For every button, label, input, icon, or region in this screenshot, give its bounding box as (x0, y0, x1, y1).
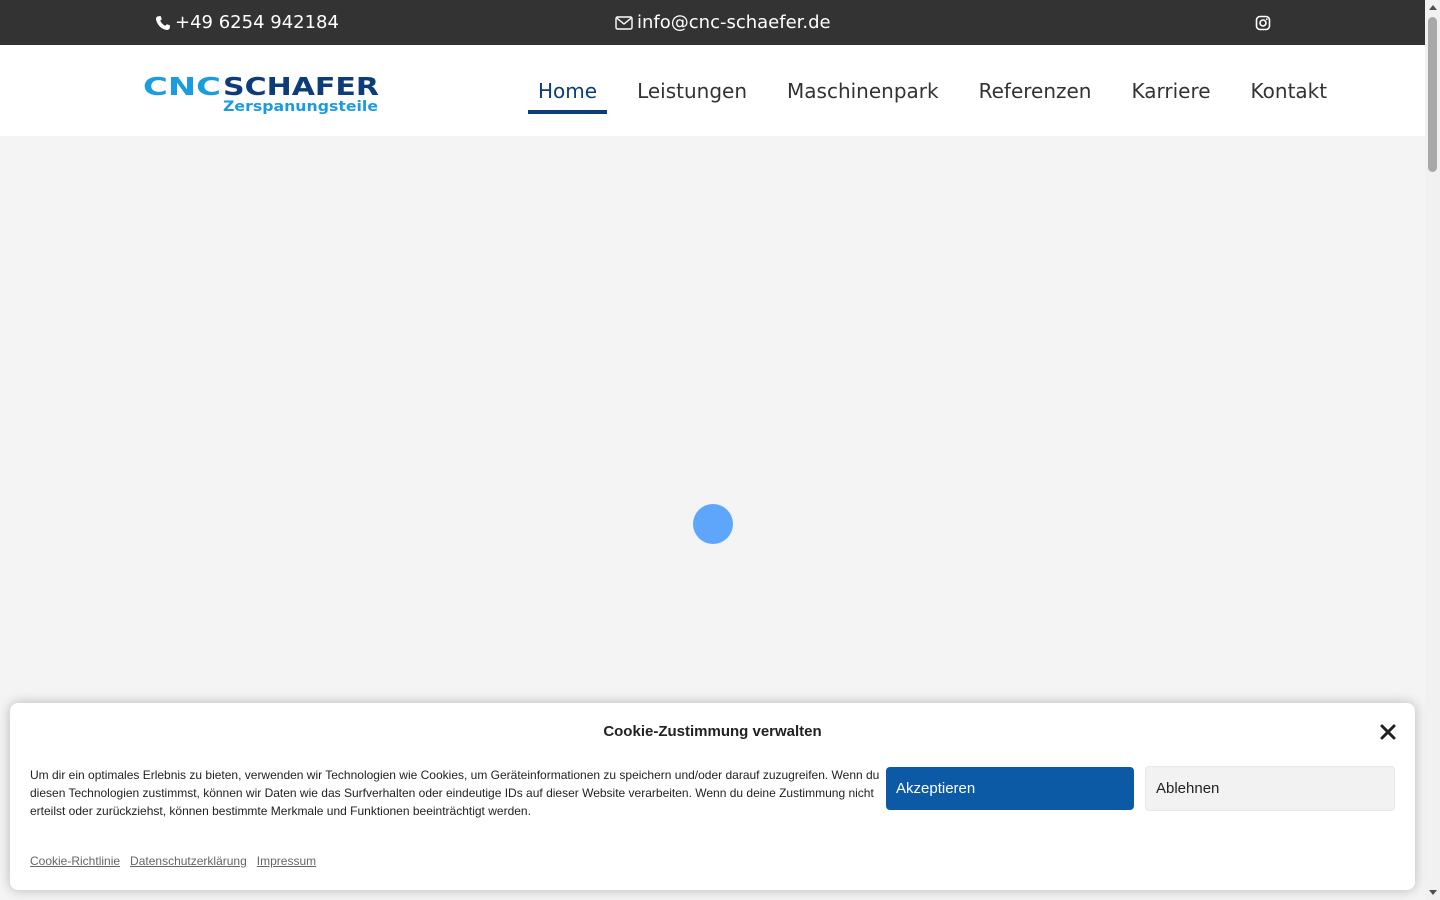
loading-spinner (693, 504, 733, 544)
phone-number: +49 6254 942184 (175, 12, 339, 33)
decline-cookies-button[interactable]: Ablehnen (1145, 766, 1395, 811)
nav-item-leistungen[interactable]: Leistungen (627, 45, 757, 136)
instagram-link[interactable] (1255, 0, 1275, 45)
nav-item-maschinenpark[interactable]: Maschinenpark (777, 45, 949, 136)
phone-link[interactable]: +49 6254 942184 (155, 0, 339, 45)
phone-icon (155, 15, 171, 31)
cookie-banner-text: Um dir ein optimales Erlebnis zu bieten,… (30, 768, 880, 818)
instagram-icon (1255, 15, 1271, 31)
logo-word-schafer: SCHAFER (223, 75, 379, 101)
main-navigation: Home Leistungen Maschinenpark Referenzen… (528, 45, 1337, 136)
close-icon[interactable] (1379, 723, 1397, 741)
scroll-up-arrow-icon[interactable] (1425, 0, 1440, 15)
envelope-icon (615, 15, 633, 30)
nav-item-kontakt[interactable]: Kontakt (1241, 45, 1338, 136)
email-address: info@cnc-schaefer.de (637, 12, 831, 33)
accept-cookies-button[interactable]: Akzeptieren (886, 767, 1134, 810)
privacy-policy-link[interactable]: Datenschutzerklärung (130, 854, 247, 868)
nav-item-home[interactable]: Home (528, 45, 608, 136)
imprint-link[interactable]: Impressum (257, 854, 316, 868)
nav-item-referenzen[interactable]: Referenzen (969, 45, 1102, 136)
cookie-banner-title: Cookie-Zustimmung verwalten (603, 723, 822, 740)
email-link[interactable]: info@cnc-schaefer.de (615, 0, 831, 45)
scrollbar-thumb[interactable] (1428, 17, 1437, 172)
scroll-down-arrow-icon[interactable] (1425, 885, 1440, 900)
page-scrollbar[interactable] (1425, 0, 1440, 900)
nav-item-karriere[interactable]: Karriere (1121, 45, 1220, 136)
logo-word-cnc: CNC (143, 75, 221, 101)
site-logo[interactable]: CNC SCHAFER Zerspanungsteile (143, 75, 381, 115)
top-contact-bar: +49 6254 942184 info@cnc-schaefer.de (0, 0, 1425, 45)
cookie-policy-link[interactable]: Cookie-Richtlinie (30, 854, 120, 868)
cookie-consent-banner: Cookie-Zustimmung verwalten Um dir ein o… (10, 703, 1415, 890)
logo-tagline: Zerspanungsteile (223, 99, 378, 115)
site-header: CNC SCHAFER Zerspanungsteile Home Leistu… (0, 45, 1425, 136)
cookie-banner-links: Cookie-Richtlinie Datenschutzerklärung I… (30, 854, 316, 868)
